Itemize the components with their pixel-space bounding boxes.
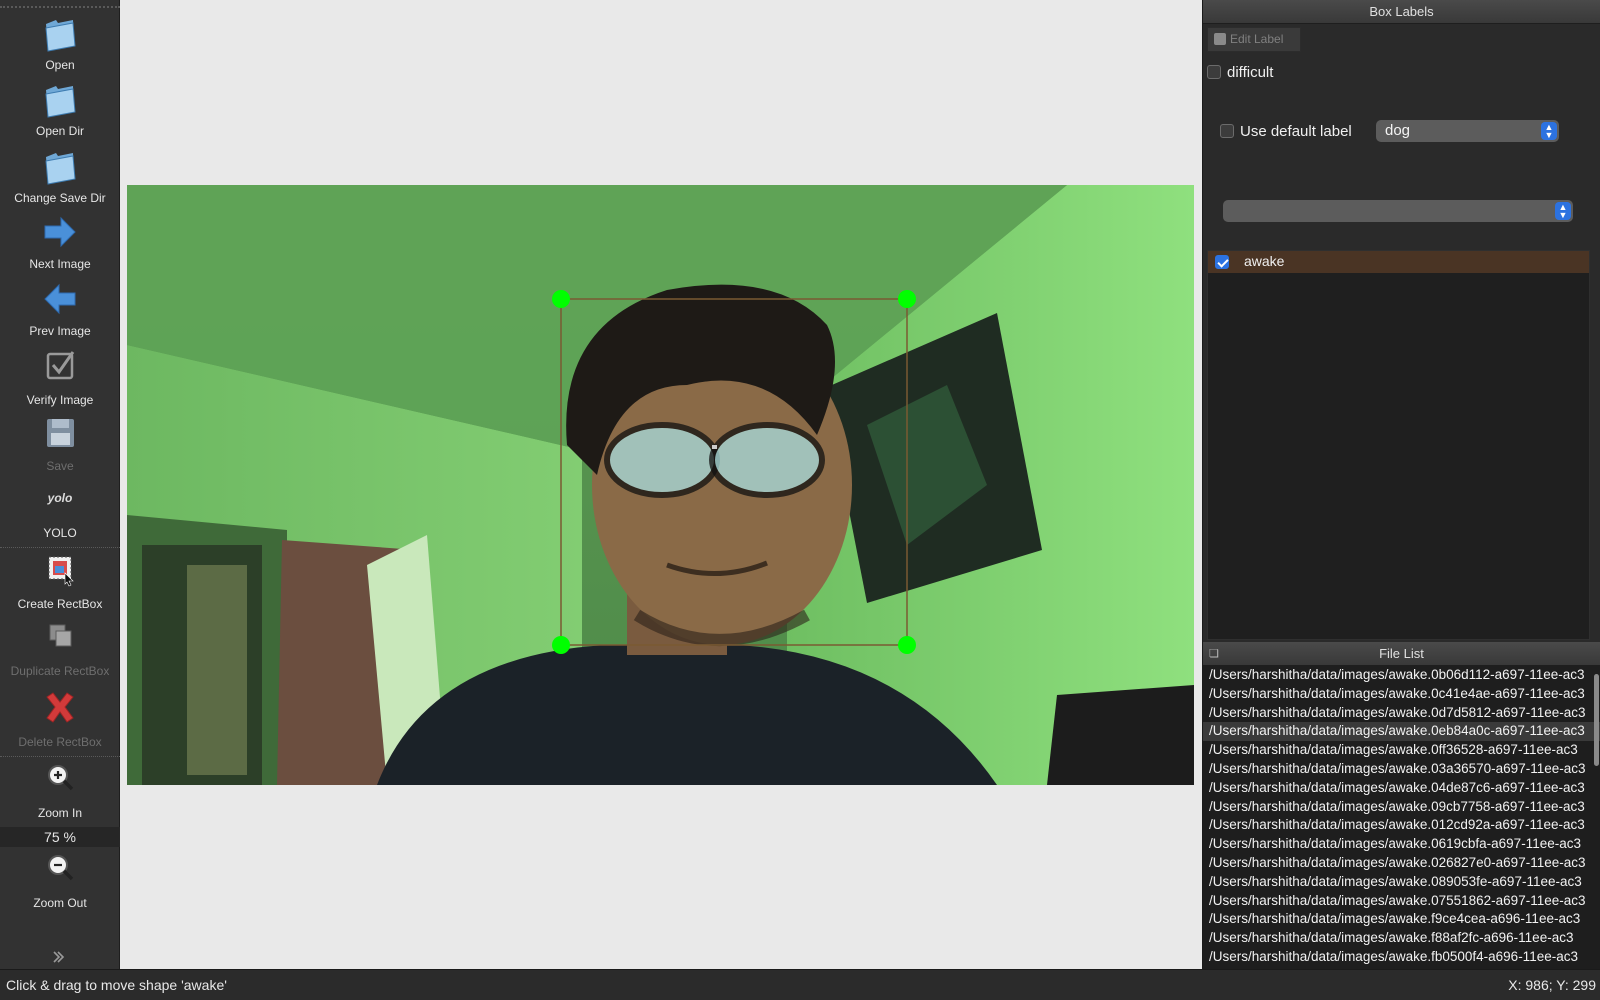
- image-view[interactable]: [127, 185, 1194, 785]
- yolo-icon: yolo: [47, 491, 73, 505]
- difficult-checkbox[interactable]: [1207, 65, 1221, 79]
- toolbar-separator: [0, 756, 120, 757]
- webcam-photo: [127, 185, 1194, 785]
- tools-toolbar: Open Open Dir Change Save Dir Next Image…: [0, 0, 120, 969]
- image-canvas[interactable]: [120, 0, 1202, 969]
- create-rectbox-button[interactable]: Create RectBox: [0, 553, 120, 615]
- file-list-item[interactable]: /Users/harshitha/data/images/awake.f88af…: [1203, 929, 1600, 948]
- float-dock-icon[interactable]: ❏: [1209, 642, 1219, 666]
- label-list-item[interactable]: awake: [1208, 251, 1589, 273]
- edit-label-text: Edit Label: [1230, 32, 1284, 46]
- next-image-button[interactable]: Next Image: [0, 213, 120, 275]
- file-list-item[interactable]: /Users/harshitha/data/images/awake.0619c…: [1203, 835, 1600, 854]
- duplicate-rectbox-button[interactable]: Duplicate RectBox: [0, 620, 120, 682]
- arrow-right-icon: [44, 216, 76, 248]
- toolbar-extension-icon[interactable]: [52, 950, 66, 964]
- label-item-text: awake: [1244, 253, 1285, 269]
- handle-icon[interactable]: [552, 290, 570, 308]
- save-button[interactable]: Save: [0, 415, 120, 477]
- prev-image-button[interactable]: Prev Image: [0, 280, 120, 342]
- yolo-label: YOLO: [43, 526, 77, 540]
- create-rectbox-label: Create RectBox: [17, 597, 103, 611]
- label-filter-combobox[interactable]: ▲ ▼: [1223, 200, 1573, 222]
- yolo-button[interactable]: yolo YOLO: [0, 482, 120, 544]
- right-dock: Box Labels Edit Label difficult Use defa…: [1202, 0, 1600, 969]
- file-list-item[interactable]: /Users/harshitha/data/images/awake.0ff36…: [1203, 741, 1600, 760]
- zoom-level-spinbox[interactable]: 75 %: [0, 827, 120, 847]
- open-folder-icon: [45, 153, 76, 185]
- status-bar: Click & drag to move shape 'awake' X: 98…: [0, 969, 1600, 1000]
- use-default-label-checkbox[interactable]: [1220, 124, 1234, 138]
- file-list[interactable]: /Users/harshitha/data/images/awake.0b06d…: [1203, 666, 1600, 969]
- open-button[interactable]: Open: [0, 14, 120, 76]
- pencil-icon: [1214, 33, 1226, 45]
- zoom-out-label: Zoom Out: [33, 896, 87, 910]
- open-folder-icon: [45, 20, 76, 52]
- delete-rectbox-label: Delete RectBox: [18, 735, 102, 749]
- duplicate-icon: [49, 624, 72, 647]
- file-list-scrollbar[interactable]: [1594, 674, 1599, 766]
- open-folder-icon: [45, 86, 76, 118]
- zoom-in-button[interactable]: Zoom In: [0, 762, 120, 824]
- file-list-item[interactable]: /Users/harshitha/data/images/awake.fb050…: [1203, 948, 1600, 967]
- box-labels-title: Box Labels: [1203, 0, 1600, 24]
- change-save-dir-label: Change Save Dir: [14, 191, 106, 205]
- handle-icon[interactable]: [552, 636, 570, 654]
- zoom-in-label: Zoom In: [37, 806, 82, 820]
- file-list-item[interactable]: /Users/harshitha/data/images/awake.03a36…: [1203, 760, 1600, 779]
- edit-label-button[interactable]: Edit Label: [1207, 27, 1301, 52]
- handle-icon[interactable]: [898, 290, 916, 308]
- prev-image-label: Prev Image: [29, 324, 91, 338]
- file-list-item[interactable]: /Users/harshitha/data/images/awake.07551…: [1203, 892, 1600, 911]
- checkbox-icon: [46, 351, 75, 380]
- file-list-item[interactable]: /Users/harshitha/data/images/awake.0d7d5…: [1203, 704, 1600, 723]
- zoom-out-icon: [48, 855, 74, 881]
- toolbar-grip[interactable]: [0, 6, 120, 10]
- open-dir-label: Open Dir: [35, 124, 85, 138]
- zoom-in-icon: [48, 765, 74, 791]
- file-list-item[interactable]: /Users/harshitha/data/images/awake.012cd…: [1203, 816, 1600, 835]
- default-label-value: dog: [1385, 122, 1411, 139]
- file-list-item[interactable]: /Users/harshitha/data/images/awake.f9ce4…: [1203, 910, 1600, 929]
- verify-image-label: Verify Image: [26, 393, 94, 407]
- file-list-title: ❏ File List: [1203, 642, 1600, 666]
- change-save-dir-button[interactable]: Change Save Dir: [0, 147, 120, 209]
- file-list-item[interactable]: /Users/harshitha/data/images/awake.02682…: [1203, 854, 1600, 873]
- chevron-updown-icon: ▲ ▼: [1541, 122, 1557, 140]
- file-list-item[interactable]: /Users/harshitha/data/images/awake.04de8…: [1203, 779, 1600, 798]
- duplicate-rectbox-label: Duplicate RectBox: [10, 664, 110, 678]
- default-label-combobox[interactable]: dog ▲ ▼: [1376, 120, 1559, 142]
- file-list-item[interactable]: /Users/harshitha/data/images/awake.09cb7…: [1203, 798, 1600, 817]
- open-dir-button[interactable]: Open Dir: [0, 80, 120, 142]
- open-label: Open: [45, 58, 75, 72]
- label-list[interactable]: awake: [1207, 250, 1590, 640]
- difficult-label: difficult: [1227, 64, 1274, 81]
- save-label: Save: [46, 459, 74, 473]
- status-message: Click & drag to move shape 'awake': [6, 977, 227, 993]
- floppy-disk-icon: [47, 419, 74, 447]
- arrow-left-icon: [44, 283, 76, 315]
- label-checkbox[interactable]: [1215, 255, 1229, 269]
- delete-x-icon: [46, 692, 74, 723]
- verify-image-button[interactable]: Verify Image: [0, 349, 120, 411]
- next-image-label: Next Image: [29, 257, 91, 271]
- file-list-title-text: File List: [1379, 646, 1424, 661]
- file-list-item[interactable]: /Users/harshitha/data/images/awake.0b06d…: [1203, 666, 1600, 685]
- create-rectbox-icon: [48, 556, 74, 587]
- cursor-coordinates: X: 986; Y: 299: [1508, 977, 1596, 993]
- use-default-label-text: Use default label: [1240, 123, 1352, 140]
- toolbar-separator: [0, 547, 120, 548]
- file-list-item[interactable]: /Users/harshitha/data/images/awake.0eb84…: [1203, 722, 1600, 742]
- chevron-updown-icon: ▲ ▼: [1555, 202, 1571, 220]
- handle-icon[interactable]: [898, 636, 916, 654]
- delete-rectbox-button[interactable]: Delete RectBox: [0, 691, 120, 753]
- file-list-item[interactable]: /Users/harshitha/data/images/awake.08905…: [1203, 873, 1600, 892]
- zoom-out-button[interactable]: Zoom Out: [0, 852, 120, 914]
- file-list-item[interactable]: /Users/harshitha/data/images/awake.0c41e…: [1203, 685, 1600, 704]
